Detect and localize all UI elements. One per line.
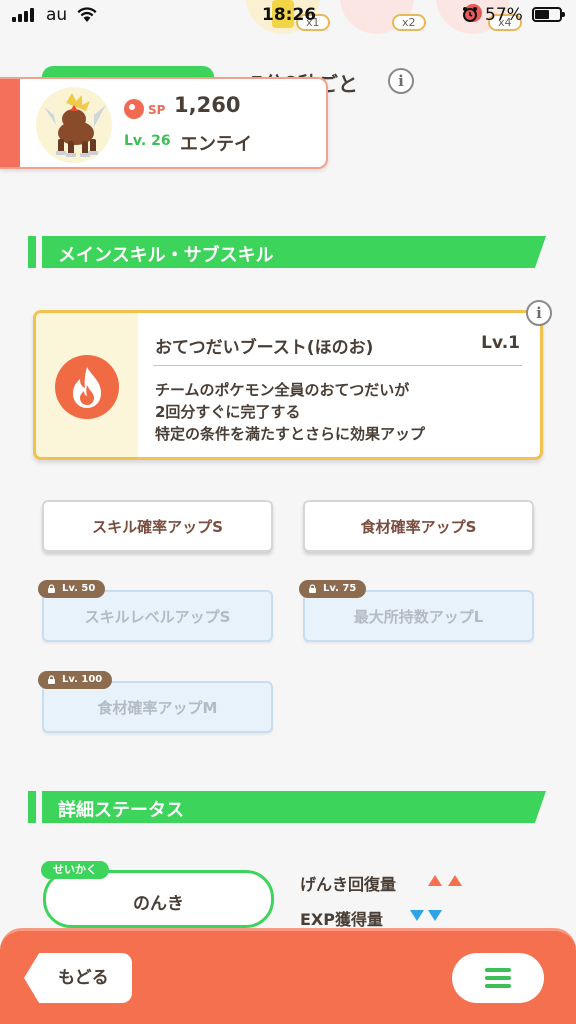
- signal-icon: [12, 8, 34, 22]
- fire-icon: [55, 355, 119, 419]
- card-stripe: [0, 79, 20, 167]
- stat-label: EXP獲得量: [300, 910, 383, 929]
- section-title: メインスキル・サブスキル: [58, 245, 274, 266]
- carrier-label: au: [46, 5, 68, 25]
- clock-time: 18:26: [262, 5, 317, 25]
- pokemon-image: [36, 87, 112, 163]
- battery-icon: [532, 7, 565, 22]
- skill-description-line: 2回分すぐに完了する: [155, 403, 301, 421]
- skill-description: チームのポケモン全員のおてつだいが 2回分すぐに完了する 特定の条件を満たすとさ…: [155, 379, 425, 445]
- unlock-level-label: Lv. 75: [323, 583, 357, 594]
- skill-level: Lv.1: [481, 333, 520, 353]
- sp-label: SP: [148, 103, 166, 117]
- status-bar: au 18:26 57%: [0, 0, 576, 32]
- details-section-header: 詳細ステータス: [28, 791, 546, 823]
- sub-skill-button[interactable]: 食材確率アップS: [303, 500, 534, 552]
- section-title: 詳細ステータス: [58, 800, 184, 821]
- alarm-icon: [463, 7, 477, 22]
- stat-down-icon: [410, 910, 424, 921]
- skill-description-line: 特定の条件を満たすとさらに効果アップ: [155, 425, 426, 443]
- unlock-level-label: Lv. 100: [62, 674, 103, 685]
- main-skill-card[interactable]: おてつだいブースト(ほのお) Lv.1 チームのポケモン全員のおてつだいが 2回…: [33, 310, 543, 460]
- back-button[interactable]: もどる: [24, 953, 132, 1003]
- stat-label: げんき回復量: [300, 875, 397, 894]
- lock-icon: [309, 584, 316, 593]
- unlock-level-badge: Lv. 100: [38, 671, 113, 689]
- pokemon-level: Lv. 26: [124, 133, 171, 149]
- lock-icon: [48, 675, 55, 684]
- wifi-icon: [77, 7, 97, 22]
- stat-down-icon: [428, 910, 442, 921]
- battery-percent: 57%: [485, 5, 523, 25]
- pokemon-card[interactable]: SP 1,260 Lv. 26 エンテイ: [0, 77, 328, 169]
- skill-icon-panel: [36, 313, 138, 457]
- sp-value: 1,260: [174, 93, 241, 117]
- unlock-level-badge: Lv. 75: [299, 580, 367, 598]
- main-skill-section-header: メインスキル・サブスキル: [28, 236, 546, 268]
- unlock-level-label: Lv. 50: [62, 583, 96, 594]
- skill-name: おてつだいブースト(ほのお): [155, 338, 374, 358]
- nature-tag: せいかく: [41, 861, 109, 879]
- nature-value: のんき: [133, 894, 184, 914]
- menu-button[interactable]: [452, 953, 544, 1003]
- stat-up-icon: [428, 875, 442, 886]
- menu-icon: [485, 968, 511, 972]
- sp-icon: [124, 99, 144, 119]
- skill-info-icon[interactable]: i: [526, 300, 552, 326]
- unlock-level-badge: Lv. 50: [38, 580, 106, 598]
- skill-description-line: チームのポケモン全員のおてつだいが: [155, 381, 410, 399]
- stat-up-icon: [448, 875, 462, 886]
- divider: [153, 365, 522, 366]
- info-icon[interactable]: i: [388, 68, 414, 94]
- pokemon-name: エンテイ: [180, 134, 252, 155]
- lock-icon: [48, 584, 55, 593]
- sub-skill-button[interactable]: スキル確率アップS: [42, 500, 273, 552]
